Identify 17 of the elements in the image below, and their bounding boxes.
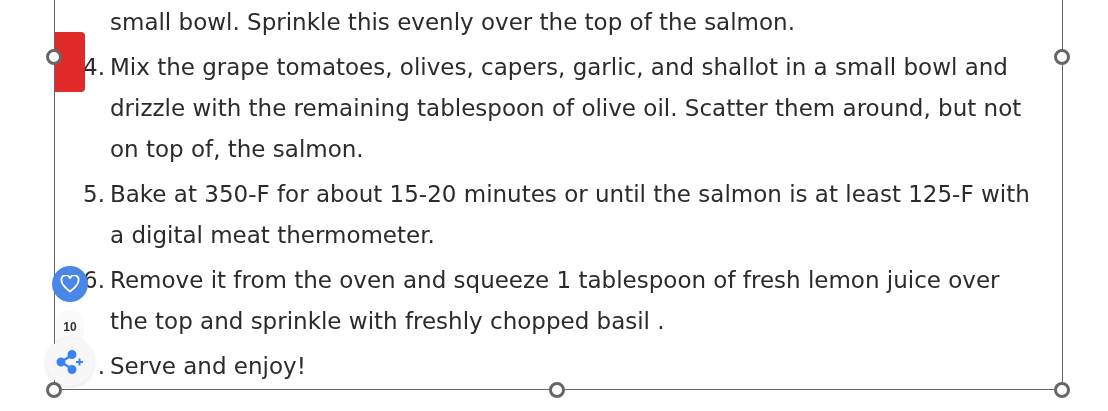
share-icon [56, 350, 84, 374]
resize-handle[interactable] [549, 382, 565, 398]
resize-handle[interactable] [46, 382, 62, 398]
resize-handle[interactable] [1054, 49, 1070, 65]
step-number: . [97, 352, 105, 381]
step-text: small bowl. Sprinkle this evenly over the top of the salmon. [110, 8, 796, 37]
step-text: Remove it from the oven and squeeze 1 tablespoon of fresh lemon juice over the top and sprinkle with freshly chopped basil . [110, 266, 1000, 336]
step-text: Serve and enjoy! [110, 352, 306, 381]
share-button[interactable] [46, 338, 94, 386]
step-text: Mix the grape tomatoes, olives, capers, garlic, and shallot in a small bowl and drizzle with the remaining tablespoon of olive oil. Scatter them around, but not on top of, the salmon. [110, 53, 1022, 164]
step-number: 5. [83, 180, 105, 209]
resize-handle[interactable] [46, 49, 62, 65]
step-number: 4. [83, 53, 105, 82]
resize-handle[interactable] [1054, 382, 1070, 398]
like-count: 10 [62, 320, 78, 334]
heart-icon [60, 275, 80, 293]
step-text: Bake at 350-F for about 15-20 minutes or until the salmon is at least 125-F with a digital meat thermometer. [110, 180, 1030, 250]
